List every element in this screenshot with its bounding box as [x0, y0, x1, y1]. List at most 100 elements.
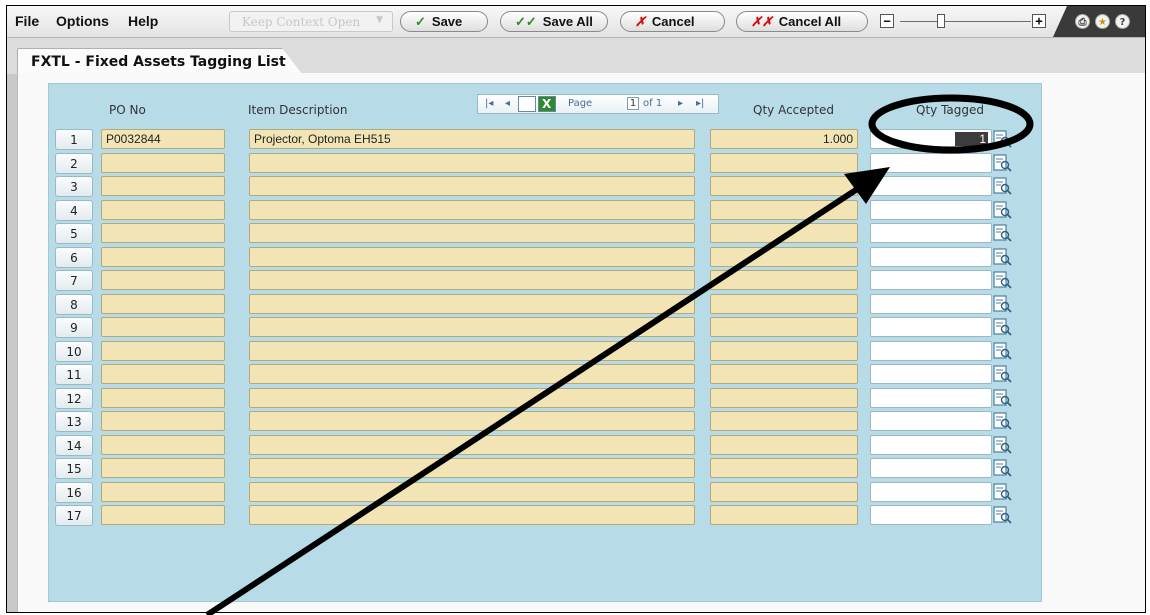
lookup-icon[interactable]: [993, 271, 1013, 289]
qty-accepted-field[interactable]: [710, 317, 858, 337]
row-number[interactable]: 16: [55, 481, 93, 503]
qty-accepted-field[interactable]: [710, 387, 858, 408]
item-description-field[interactable]: [249, 199, 695, 220]
po-no-field[interactable]: [101, 505, 225, 525]
qty-accepted-field[interactable]: [710, 176, 858, 196]
row-number[interactable]: 8: [55, 293, 93, 315]
qty-tagged-input[interactable]: [870, 481, 992, 502]
save-button[interactable]: ✓ Save: [400, 11, 488, 32]
lookup-icon[interactable]: [993, 200, 1013, 219]
po-no-field[interactable]: [101, 152, 225, 173]
star-icon[interactable]: ★: [1095, 14, 1110, 29]
row-number[interactable]: 5: [55, 223, 93, 244]
lookup-icon[interactable]: [993, 365, 1013, 383]
print-icon[interactable]: ⎙: [1075, 14, 1090, 29]
prev-page-icon[interactable]: ◂: [505, 98, 510, 109]
qty-accepted-field[interactable]: [710, 199, 858, 220]
po-no-field[interactable]: [101, 293, 225, 314]
qty-tagged-input[interactable]: [870, 340, 992, 361]
qty-accepted-field[interactable]: [710, 411, 858, 431]
item-description-field[interactable]: [249, 152, 695, 173]
item-description-field[interactable]: [249, 505, 695, 525]
qty-accepted-field[interactable]: [710, 505, 858, 525]
item-description-field[interactable]: [249, 176, 695, 196]
qty-accepted-field[interactable]: [710, 270, 858, 290]
menu-options[interactable]: Options: [56, 13, 109, 29]
row-number[interactable]: 15: [55, 458, 93, 479]
qty-accepted-field[interactable]: [710, 152, 858, 173]
item-description-field[interactable]: [249, 411, 695, 431]
row-number[interactable]: 14: [55, 434, 93, 456]
po-no-field[interactable]: [101, 246, 225, 267]
po-no-field[interactable]: [101, 340, 225, 361]
qty-tagged-input[interactable]: [870, 317, 992, 337]
po-no-field[interactable]: [101, 199, 225, 220]
item-description-field[interactable]: [249, 270, 695, 290]
item-description-field[interactable]: [249, 364, 695, 384]
po-no-field[interactable]: [101, 176, 225, 196]
tab-fxtl[interactable]: FXTL - Fixed Assets Tagging List: [17, 48, 302, 74]
qty-tagged-input[interactable]: [870, 199, 992, 220]
row-number[interactable]: 6: [55, 246, 93, 268]
lookup-icon[interactable]: [993, 435, 1013, 454]
po-no-field[interactable]: [101, 481, 225, 502]
lookup-icon[interactable]: [993, 130, 1013, 148]
po-no-field[interactable]: [101, 387, 225, 408]
qty-accepted-field[interactable]: [710, 293, 858, 314]
row-number[interactable]: 7: [55, 270, 93, 291]
lookup-icon[interactable]: [993, 482, 1013, 501]
qty-tagged-input[interactable]: [870, 364, 992, 384]
zoom-in-button[interactable]: +: [1032, 14, 1046, 28]
po-no-field[interactable]: [101, 411, 225, 431]
po-no-field[interactable]: [101, 317, 225, 337]
lookup-icon[interactable]: [993, 153, 1013, 172]
row-number[interactable]: 4: [55, 199, 93, 221]
po-no-field[interactable]: [101, 434, 225, 455]
row-number[interactable]: 1: [55, 129, 93, 150]
item-description-field[interactable]: [249, 317, 695, 337]
cancel-all-button[interactable]: ✗✗ Cancel All: [736, 11, 868, 32]
item-description-field[interactable]: [249, 223, 695, 243]
lookup-icon[interactable]: [993, 459, 1013, 477]
zoom-out-button[interactable]: −: [880, 14, 894, 28]
item-description-field[interactable]: [249, 246, 695, 267]
qty-tagged-input[interactable]: 1: [870, 129, 992, 149]
item-description-field[interactable]: [249, 387, 695, 408]
lookup-icon[interactable]: [993, 341, 1013, 360]
help-icon[interactable]: ?: [1115, 14, 1130, 29]
lookup-icon[interactable]: [993, 247, 1013, 266]
lookup-icon[interactable]: [993, 318, 1013, 336]
last-page-icon[interactable]: ▸|: [696, 98, 704, 109]
row-number[interactable]: 2: [55, 152, 93, 174]
qty-tagged-input[interactable]: [870, 411, 992, 431]
qty-accepted-field[interactable]: [710, 364, 858, 384]
zoom-slider-thumb[interactable]: [937, 14, 945, 28]
item-description-field[interactable]: [249, 293, 695, 314]
po-no-field[interactable]: [101, 223, 225, 243]
row-number[interactable]: 17: [55, 505, 93, 526]
row-number[interactable]: 3: [55, 176, 93, 197]
lookup-icon[interactable]: [993, 224, 1013, 242]
excel-export-icon[interactable]: [538, 96, 556, 112]
cancel-button[interactable]: ✗ Cancel: [620, 11, 725, 32]
po-no-field[interactable]: [101, 364, 225, 384]
qty-tagged-input[interactable]: [870, 223, 992, 243]
row-number[interactable]: 9: [55, 317, 93, 338]
row-number[interactable]: 10: [55, 340, 93, 362]
qty-tagged-input[interactable]: [870, 270, 992, 290]
qty-accepted-field[interactable]: [710, 458, 858, 478]
qty-tagged-input[interactable]: [870, 434, 992, 455]
qty-tagged-input[interactable]: [870, 505, 992, 525]
qty-accepted-field[interactable]: [710, 223, 858, 243]
item-description-field[interactable]: [249, 434, 695, 455]
po-no-field[interactable]: [101, 458, 225, 478]
qty-tagged-input[interactable]: [870, 387, 992, 408]
qty-accepted-field[interactable]: [710, 481, 858, 502]
row-number[interactable]: 13: [55, 411, 93, 432]
po-no-field[interactable]: [101, 270, 225, 290]
next-page-icon[interactable]: ▸: [678, 98, 683, 109]
qty-accepted-field[interactable]: [710, 246, 858, 267]
qty-tagged-input[interactable]: [870, 246, 992, 267]
menu-help[interactable]: Help: [128, 13, 158, 29]
lookup-icon[interactable]: [993, 294, 1013, 313]
